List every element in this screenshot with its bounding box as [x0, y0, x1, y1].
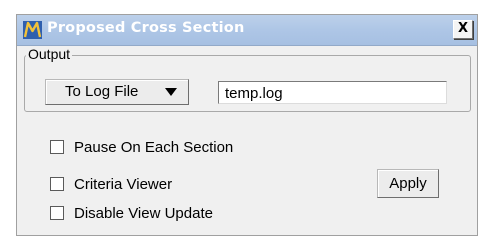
close-button[interactable]: X: [453, 20, 473, 39]
apply-button[interactable]: Apply: [377, 169, 439, 198]
dialog-window: Proposed Cross Section X Output To Log F…: [16, 14, 478, 236]
criteria-viewer-label: Criteria Viewer: [74, 176, 173, 193]
disable-view-update-checkbox[interactable]: [50, 206, 64, 220]
dropdown-arrow-icon: [165, 88, 177, 96]
pause-on-each-section-label: Pause On Each Section: [74, 139, 234, 156]
pause-on-each-section-checkbox[interactable]: [50, 140, 64, 154]
log-file-input[interactable]: [218, 81, 447, 104]
title-bar[interactable]: Proposed Cross Section X: [17, 15, 477, 46]
output-mode-dropdown[interactable]: To Log File: [45, 79, 189, 105]
output-group-label: Output: [26, 46, 73, 62]
criteria-viewer-checkbox[interactable]: [50, 177, 64, 191]
disable-view-update-label: Disable View Update: [74, 205, 213, 222]
output-mode-value: To Log File: [65, 83, 139, 100]
dialog-title: Proposed Cross Section: [47, 20, 245, 36]
app-logo-icon: [23, 21, 42, 39]
close-icon: X: [457, 21, 469, 36]
